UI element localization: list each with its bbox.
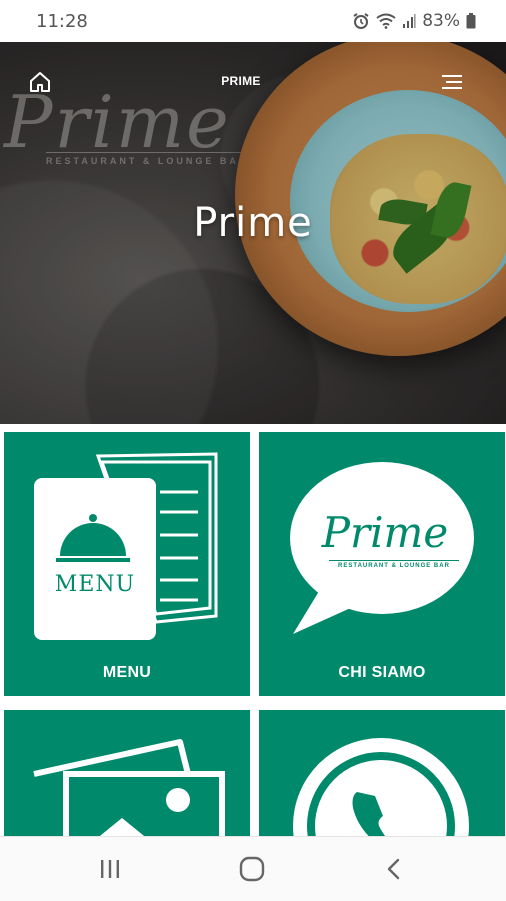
- wifi-icon: [376, 13, 396, 29]
- back-icon[interactable]: [384, 857, 404, 881]
- chi-siamo-logo-text: Prime: [321, 508, 449, 557]
- tile-chi-siamo[interactable]: Prime RESTAURANT & LOUNGE BAR CHI SIAMO: [259, 432, 505, 696]
- app-header: PRIME: [0, 42, 506, 92]
- header-title: PRIME: [221, 74, 261, 88]
- status-bar: 11:28 83%: [0, 0, 506, 42]
- hero-banner: Prime RESTAURANT & LOUNGE BAR Prime: [0, 42, 506, 424]
- status-time: 11:28: [36, 10, 88, 32]
- hero-title: Prime: [193, 200, 313, 246]
- signal-icon: [403, 14, 416, 28]
- home-circle-icon[interactable]: [238, 855, 266, 883]
- tile-gallery[interactable]: [4, 710, 250, 836]
- battery-percent: 83%: [422, 11, 460, 31]
- whatsapp-icon: [293, 738, 469, 836]
- tile-chi-siamo-label: CHI SIAMO: [338, 664, 426, 681]
- recent-apps-icon[interactable]: [98, 857, 122, 881]
- hamburger-menu-icon[interactable]: [442, 74, 464, 90]
- chi-siamo-logo-subtext: RESTAURANT & LOUNGE BAR: [329, 560, 459, 569]
- tile-menu[interactable]: MENU MENU: [4, 432, 250, 696]
- tile-menu-label: MENU: [102, 664, 152, 681]
- alarm-icon: [353, 13, 369, 29]
- tile-whatsapp[interactable]: [259, 710, 505, 836]
- menu-card-text: MENU: [54, 572, 136, 597]
- status-icons: 83%: [352, 11, 476, 31]
- battery-icon: [466, 13, 476, 29]
- menu-card-icon: [34, 452, 218, 640]
- gallery-icon: [33, 739, 225, 836]
- system-nav-bar: [0, 836, 506, 901]
